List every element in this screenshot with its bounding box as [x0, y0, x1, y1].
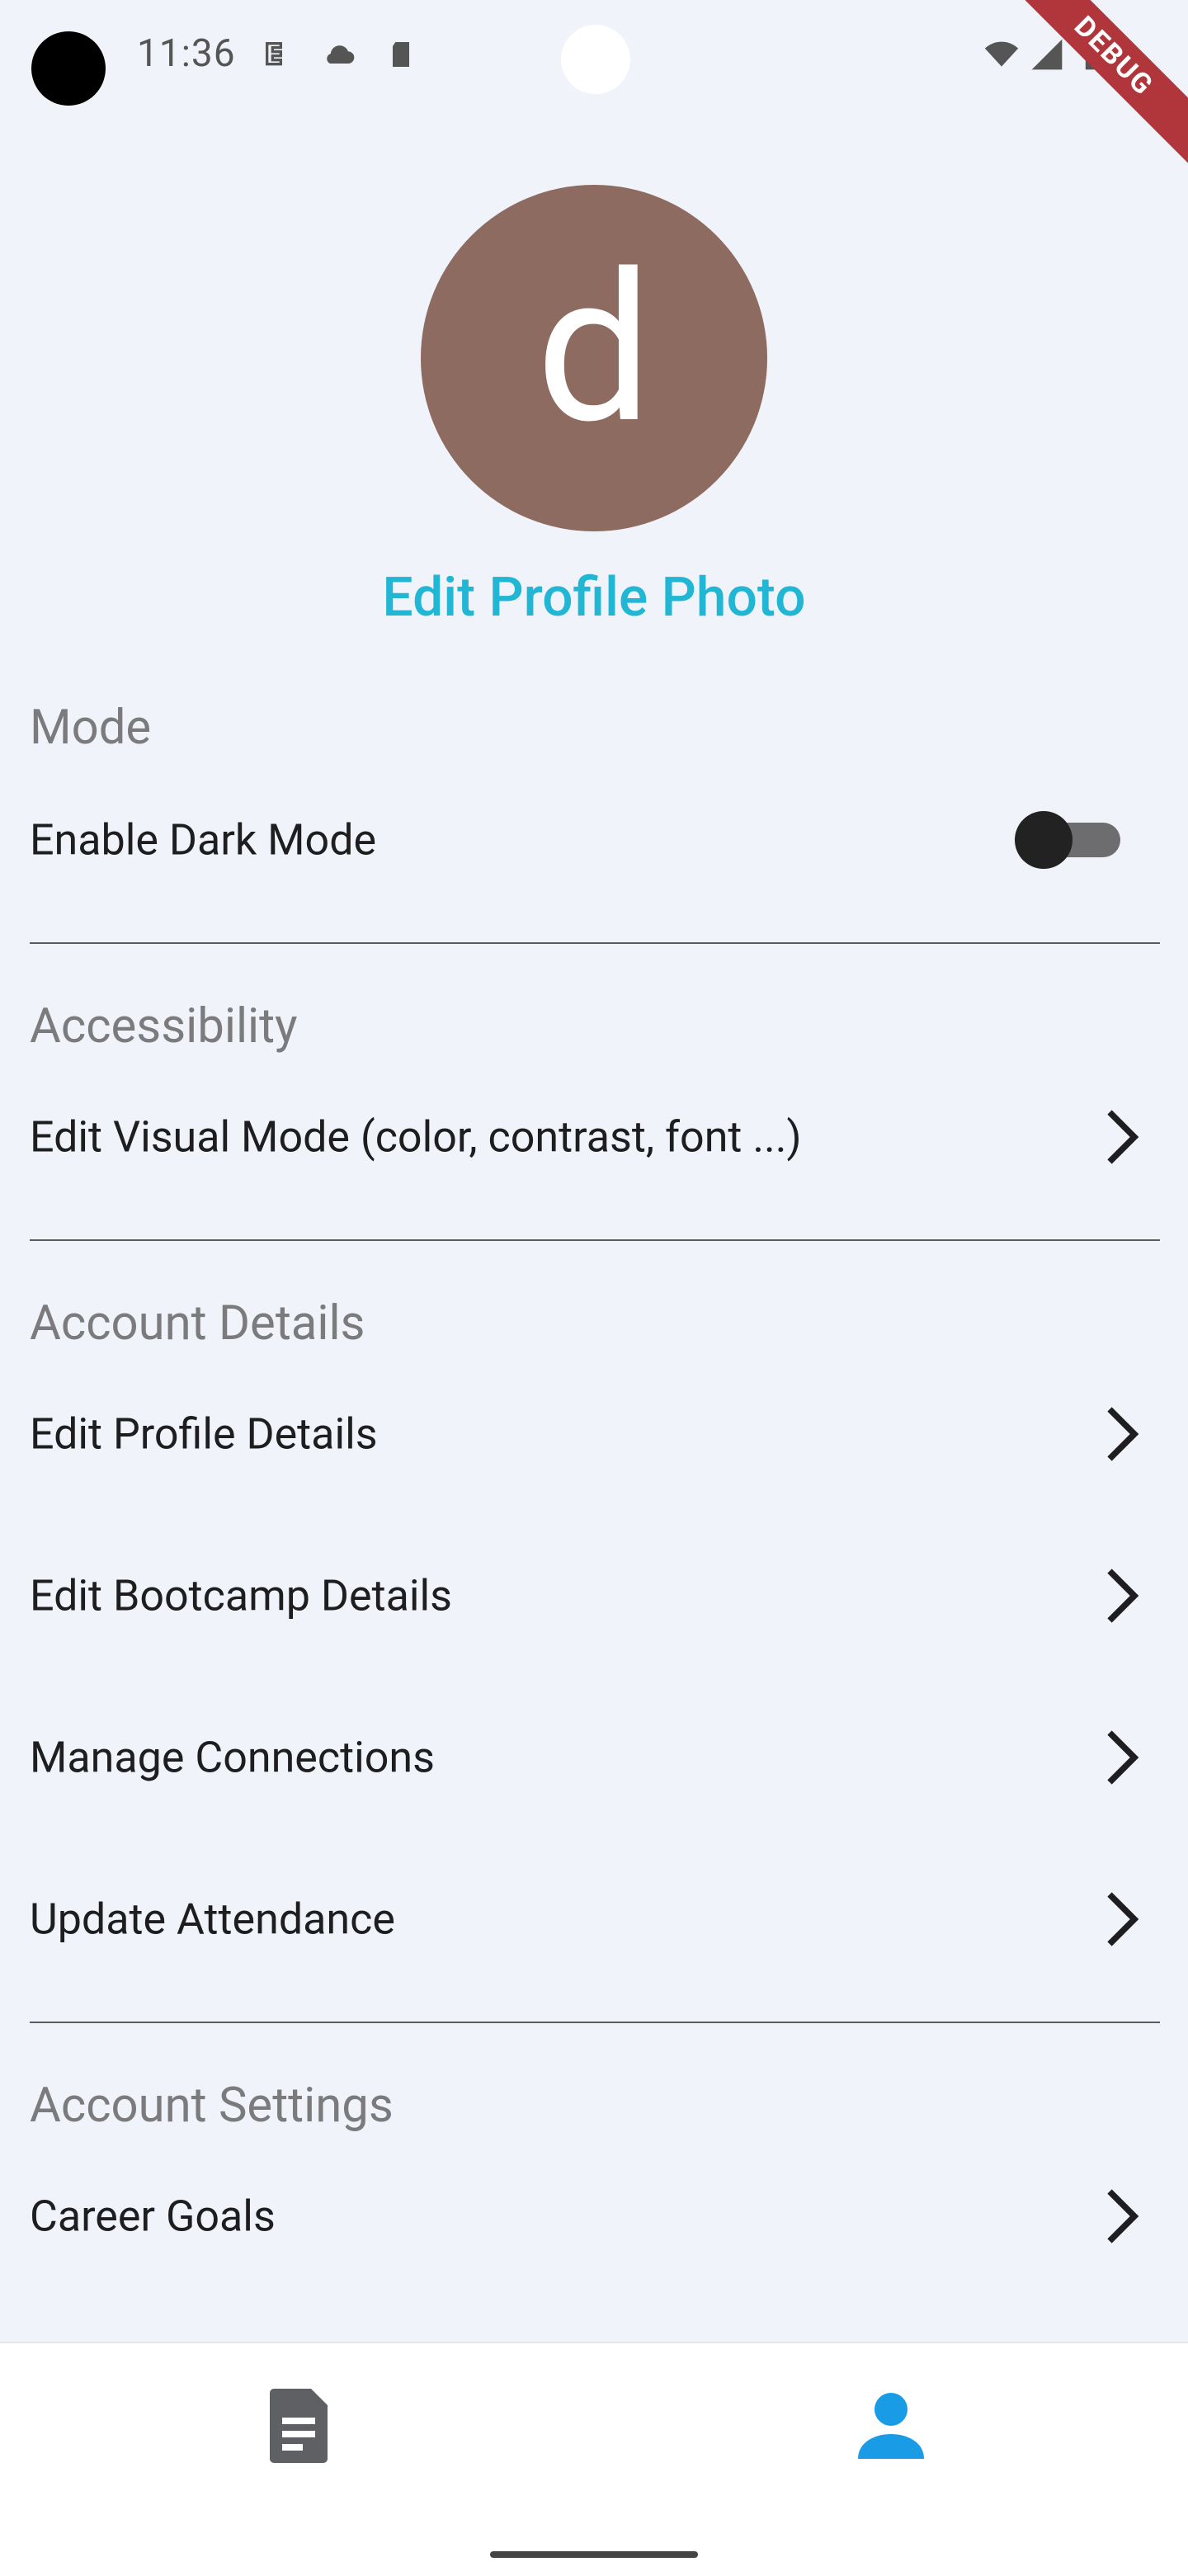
chevron-right-icon — [1107, 1110, 1139, 1164]
edit-bootcamp-details-row[interactable]: Edit Bootcamp Details — [0, 1546, 1188, 1645]
signal-icon — [1031, 39, 1063, 70]
cloud-icon — [327, 45, 355, 64]
status-time: 11:36 — [137, 31, 236, 76]
avatar[interactable]: d — [421, 185, 767, 531]
update-attendance-row[interactable]: Update Attendance — [0, 1870, 1188, 1969]
chevron-right-icon — [1107, 1730, 1139, 1785]
section-header-account-details: Account Details — [30, 1295, 365, 1352]
sd-card-icon — [393, 42, 409, 67]
camera-cutout — [561, 25, 630, 94]
divider — [30, 942, 1160, 944]
person-icon — [858, 2393, 924, 2459]
career-goals-row[interactable]: Career Goals — [0, 2167, 1188, 2266]
edit-profile-photo-button[interactable]: Edit Profile Photo — [0, 566, 1188, 630]
edit-profile-details-label: Edit Profile Details — [30, 1408, 378, 1460]
chevron-right-icon — [1107, 2189, 1139, 2243]
home-indicator[interactable] — [490, 2551, 698, 2558]
section-header-account-settings: Account Settings — [30, 2078, 394, 2134]
status-bar: 11:36 DEBUG — [0, 0, 1188, 178]
sim-icon — [266, 42, 282, 66]
section-header-mode: Mode — [30, 700, 152, 756]
manage-connections-label: Manage Connections — [30, 1732, 435, 1783]
front-camera-indicator — [31, 31, 106, 106]
dark-mode-label: Enable Dark Mode — [30, 814, 377, 866]
bottom-navigation — [0, 2342, 1188, 2576]
divider — [30, 1239, 1160, 1241]
debug-banner: DEBUG — [992, 0, 1188, 178]
update-attendance-label: Update Attendance — [30, 1894, 395, 1945]
section-header-accessibility: Accessibility — [30, 998, 298, 1054]
edit-bootcamp-details-label: Edit Bootcamp Details — [30, 1570, 453, 1621]
chevron-right-icon — [1107, 1407, 1139, 1461]
wifi-icon — [984, 41, 1019, 67]
nav-documents-tab[interactable] — [233, 2376, 365, 2475]
toggle-thumb — [1015, 811, 1072, 869]
dark-mode-toggle[interactable] — [1015, 811, 1122, 869]
dark-mode-row: Enable Dark Mode — [0, 790, 1188, 889]
document-icon — [270, 2389, 328, 2463]
manage-connections-row[interactable]: Manage Connections — [0, 1708, 1188, 1807]
chevron-right-icon — [1107, 1892, 1139, 1946]
nav-profile-tab[interactable] — [825, 2376, 957, 2475]
edit-visual-mode-row[interactable]: Edit Visual Mode (color, contrast, font … — [0, 1087, 1188, 1187]
edit-visual-mode-label: Edit Visual Mode (color, contrast, font … — [30, 1111, 802, 1163]
edit-profile-details-row[interactable]: Edit Profile Details — [0, 1385, 1188, 1484]
divider — [30, 2022, 1160, 2023]
chevron-right-icon — [1107, 1569, 1139, 1623]
career-goals-label: Career Goals — [30, 2191, 276, 2242]
